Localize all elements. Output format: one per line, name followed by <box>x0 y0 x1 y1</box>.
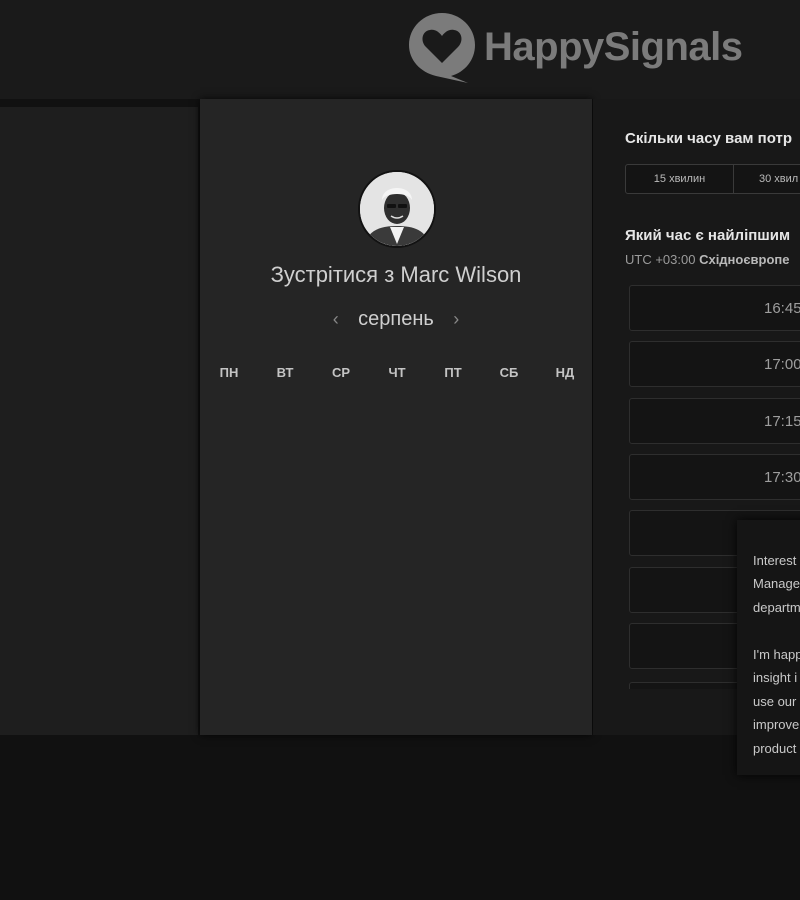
top-header: HappySignals <box>0 0 800 99</box>
time-slot[interactable]: 17:15 <box>629 398 800 444</box>
brand-logo[interactable]: HappySignals <box>406 10 743 84</box>
duration-question: Скільки часу вам потр <box>625 130 793 147</box>
weekday-tue: ВТ <box>276 365 294 380</box>
timezone-label[interactable]: UTC +03:00 Східноєвропе <box>625 252 790 267</box>
current-month: серпень <box>358 308 434 330</box>
brand-name: HappySignals <box>484 24 743 69</box>
duration-15-button[interactable]: 15 хвилин <box>625 164 734 194</box>
popup-line: departm <box>753 600 800 615</box>
time-slot[interactable]: 17:00 <box>629 341 800 387</box>
weekday-sat: СБ <box>499 365 519 380</box>
time-question: Який час є найліпшим <box>625 227 791 244</box>
weekday-thu: ЧТ <box>388 365 406 380</box>
time-slot[interactable]: 16:45 <box>629 285 800 331</box>
popup-line: product <box>753 741 797 756</box>
calendar-panel: Зустрітися з Marc Wilson ‹ серпень › ПН … <box>200 99 592 735</box>
avatar <box>358 170 436 248</box>
weekday-fri: ПТ <box>444 365 462 380</box>
weekday-mon: ПН <box>219 365 239 380</box>
heart-speech-bubble-icon <box>409 13 475 83</box>
popup-line: use our <box>753 694 797 709</box>
timezone-offset: UTC +03:00 <box>625 252 696 267</box>
popup-line: Manage <box>753 576 800 591</box>
month-navigation: ‹ серпень › <box>200 308 592 331</box>
chevron-right-icon[interactable]: › <box>444 309 468 330</box>
popup-line: insight i <box>753 670 798 685</box>
weekday-wed: СР <box>331 365 351 380</box>
time-slot[interactable]: 17:30 <box>629 454 800 500</box>
popup-line: I'm happ <box>753 647 800 662</box>
meeting-title: Зустрітися з Marc Wilson <box>270 262 522 287</box>
weekday-header: ПН ВТ СР ЧТ ПТ СБ НД <box>201 365 593 380</box>
chevron-left-icon[interactable]: ‹ <box>324 309 348 330</box>
popup-line: Interest <box>753 553 797 568</box>
page-background-left <box>0 107 198 735</box>
weekday-sun: НД <box>555 365 575 380</box>
chat-popup[interactable]: Interest Manage departm I'm happ insight… <box>737 520 800 775</box>
popup-line: improve <box>753 717 800 732</box>
timezone-name: Східноєвропе <box>699 252 790 267</box>
person-photo-icon <box>360 172 434 246</box>
duration-30-button[interactable]: 30 хвил <box>734 164 800 194</box>
duration-selector: 15 хвилин 30 хвил <box>625 164 800 194</box>
